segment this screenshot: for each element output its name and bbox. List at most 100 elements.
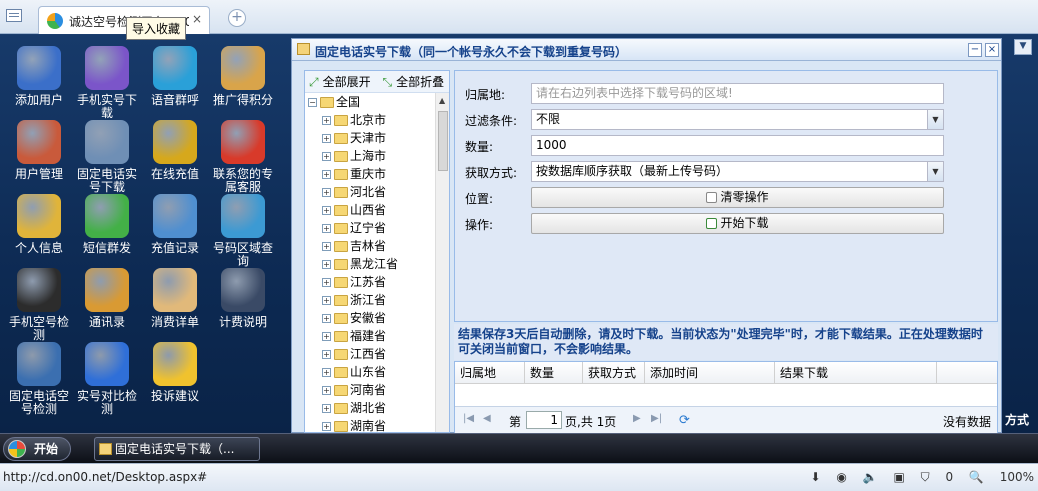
tree-item[interactable]: + 吉林省 bbox=[305, 237, 449, 255]
column-count[interactable]: 数量 bbox=[525, 362, 583, 384]
expand-toggle-icon[interactable]: + bbox=[322, 116, 331, 125]
desktop-icon-card[interactable]: 充值记录 bbox=[140, 194, 210, 255]
desktop-icon-users[interactable]: 添加用户 bbox=[4, 46, 74, 107]
last-page-icon[interactable]: ▶| bbox=[651, 413, 662, 424]
folder-icon bbox=[334, 313, 348, 324]
tree-item[interactable]: + 山东省 bbox=[305, 363, 449, 381]
page-input[interactable]: 1 bbox=[526, 411, 562, 429]
tree-item[interactable]: + 江苏省 bbox=[305, 273, 449, 291]
desktop-icon-promotion[interactable]: 推广得积分 bbox=[208, 46, 278, 107]
expand-toggle-icon[interactable]: + bbox=[322, 134, 331, 143]
count-input[interactable]: 1000 bbox=[531, 135, 944, 156]
expand-toggle-icon[interactable]: + bbox=[322, 224, 331, 233]
column-region[interactable]: 归属地 bbox=[455, 362, 525, 384]
close-button[interactable]: × bbox=[985, 43, 999, 57]
expand-toggle-icon[interactable]: + bbox=[322, 404, 331, 413]
collapse-toggle-icon[interactable]: − bbox=[308, 98, 317, 107]
tree-item[interactable]: + 北京市 bbox=[305, 111, 449, 129]
filter-select[interactable]: 不限 ▼ bbox=[531, 109, 944, 130]
scroll-up-icon[interactable]: ▲ bbox=[439, 96, 445, 105]
desktop-icon-phone-check[interactable]: 手机空号检测 bbox=[4, 268, 74, 342]
prev-page-icon[interactable]: ◀ bbox=[483, 413, 491, 424]
expand-toggle-icon[interactable]: + bbox=[322, 296, 331, 305]
download-button[interactable]: 开始下载 bbox=[531, 213, 944, 234]
tree-item[interactable]: + 安徽省 bbox=[305, 309, 449, 327]
collapse-all-button[interactable]: ⤡ 全部折叠 bbox=[382, 75, 448, 89]
tab-close-icon[interactable]: × bbox=[192, 12, 202, 26]
tree-item[interactable]: + 江西省 bbox=[305, 345, 449, 363]
expand-toggle-icon[interactable]: + bbox=[322, 422, 331, 431]
tree-item-label: 浙江省 bbox=[350, 293, 387, 307]
browser-menu-icon[interactable] bbox=[6, 9, 22, 22]
desktop-icon-envelope[interactable]: 投诉建议 bbox=[140, 342, 210, 403]
tree-scrollbar[interactable]: ▲ bbox=[435, 93, 449, 432]
expand-toggle-icon[interactable]: + bbox=[322, 350, 331, 359]
desktop-icon-service-phone[interactable]: 联系您的专属客服 bbox=[208, 120, 278, 194]
scroll-thumb[interactable] bbox=[438, 111, 448, 171]
tree-item[interactable]: + 山西省 bbox=[305, 201, 449, 219]
first-page-icon[interactable]: |◀ bbox=[463, 413, 474, 424]
start-button[interactable]: 开始 bbox=[3, 437, 71, 461]
tree-item[interactable]: + 福建省 bbox=[305, 327, 449, 345]
desktop-icon-call[interactable]: 语音群呼 bbox=[140, 46, 210, 107]
shield-icon[interactable]: ⛉ 0 bbox=[921, 470, 953, 484]
expand-toggle-icon[interactable]: + bbox=[322, 314, 331, 323]
expand-toggle-icon[interactable]: + bbox=[322, 260, 331, 269]
minimize-button[interactable]: − bbox=[968, 43, 982, 57]
desktop-icon-user-admin[interactable]: 用户管理 bbox=[4, 120, 74, 181]
folder-icon bbox=[334, 169, 348, 180]
tree-item[interactable]: + 天津市 bbox=[305, 129, 449, 147]
tree-item[interactable]: + 黑龙江省 bbox=[305, 255, 449, 273]
desktop-icon-bill[interactable]: 消费详单 bbox=[140, 268, 210, 329]
region-input[interactable]: 请在右边列表中选择下载号码的区域! bbox=[531, 83, 944, 104]
tree-root[interactable]: − 全国 bbox=[305, 93, 449, 111]
desktop-icon-magnifier[interactable]: 实号对比检测 bbox=[72, 342, 142, 416]
expand-toggle-icon[interactable]: + bbox=[322, 242, 331, 251]
chevron-down-icon[interactable]: ▼ bbox=[927, 110, 943, 129]
desktop-icon-sms[interactable]: 短信群发 bbox=[72, 194, 142, 255]
speaker-icon[interactable]: 🔈 bbox=[863, 470, 878, 484]
eye-icon[interactable]: ◉ bbox=[836, 470, 846, 484]
next-page-icon[interactable]: ▶ bbox=[633, 413, 641, 424]
tree-item[interactable]: + 上海市 bbox=[305, 147, 449, 165]
new-tab-button[interactable]: + bbox=[228, 9, 246, 27]
column-download[interactable]: 结果下载 bbox=[775, 362, 937, 384]
expand-toggle-icon[interactable]: + bbox=[322, 386, 331, 395]
column-time[interactable]: 添加时间 bbox=[645, 362, 775, 384]
desktop-icon-mobile-phone[interactable]: 手机实号下载 bbox=[72, 46, 142, 120]
tree-item-label: 湖北省 bbox=[350, 401, 387, 415]
refresh-icon[interactable]: ⟳ bbox=[679, 413, 690, 428]
dropdown-toggle-icon[interactable]: ▼ bbox=[1014, 39, 1032, 55]
desktop-icon-key[interactable]: 个人信息 bbox=[4, 194, 74, 255]
expand-toggle-icon[interactable]: + bbox=[322, 278, 331, 287]
desktop-icon-map-search[interactable]: 号码区域查询 bbox=[208, 194, 278, 268]
expand-toggle-icon[interactable]: + bbox=[322, 152, 331, 161]
tree-item[interactable]: + 河北省 bbox=[305, 183, 449, 201]
column-method[interactable]: 获取方式 bbox=[583, 362, 645, 384]
expand-toggle-icon[interactable]: + bbox=[322, 170, 331, 179]
clear-button[interactable]: 清零操作 bbox=[531, 187, 944, 208]
desktop-icon-landline[interactable]: 固定电话实号下载 bbox=[72, 120, 142, 194]
expand-toggle-icon[interactable]: + bbox=[322, 188, 331, 197]
tree-item[interactable]: + 湖北省 bbox=[305, 399, 449, 417]
tree-item-label: 江苏省 bbox=[350, 275, 387, 289]
tree-item[interactable]: + 重庆市 bbox=[305, 165, 449, 183]
desktop-icon-address-book[interactable]: 通讯录 bbox=[72, 268, 142, 329]
taskbar-item[interactable]: 固定电话实号下载（... bbox=[94, 437, 260, 461]
desktop-icon-billing-info[interactable]: 计费说明 bbox=[208, 268, 278, 329]
expand-toggle-icon[interactable]: + bbox=[322, 332, 331, 341]
desktop-icon-coins[interactable]: 在线充值 bbox=[140, 120, 210, 181]
expand-toggle-icon[interactable]: + bbox=[322, 368, 331, 377]
tree-item[interactable]: + 河南省 bbox=[305, 381, 449, 399]
tree-item[interactable]: + 浙江省 bbox=[305, 291, 449, 309]
tree-item[interactable]: + 辽宁省 bbox=[305, 219, 449, 237]
expand-all-button[interactable]: ⤢ 全部展开 bbox=[309, 75, 375, 89]
expand-toggle-icon[interactable]: + bbox=[322, 206, 331, 215]
method-select[interactable]: 按数据库顺序获取（最新上传号码） ▼ bbox=[531, 161, 944, 182]
download-arrow-icon[interactable]: ⬇ bbox=[810, 470, 820, 484]
screenshot-icon[interactable]: ▣ bbox=[893, 470, 904, 484]
zoom-icon[interactable]: 🔍 100% bbox=[969, 470, 1034, 484]
tree-item[interactable]: + 湖南省 bbox=[305, 417, 449, 432]
chevron-down-icon[interactable]: ▼ bbox=[927, 162, 943, 181]
desktop-icon-landline-check[interactable]: 固定电话空号检测 bbox=[4, 342, 74, 416]
